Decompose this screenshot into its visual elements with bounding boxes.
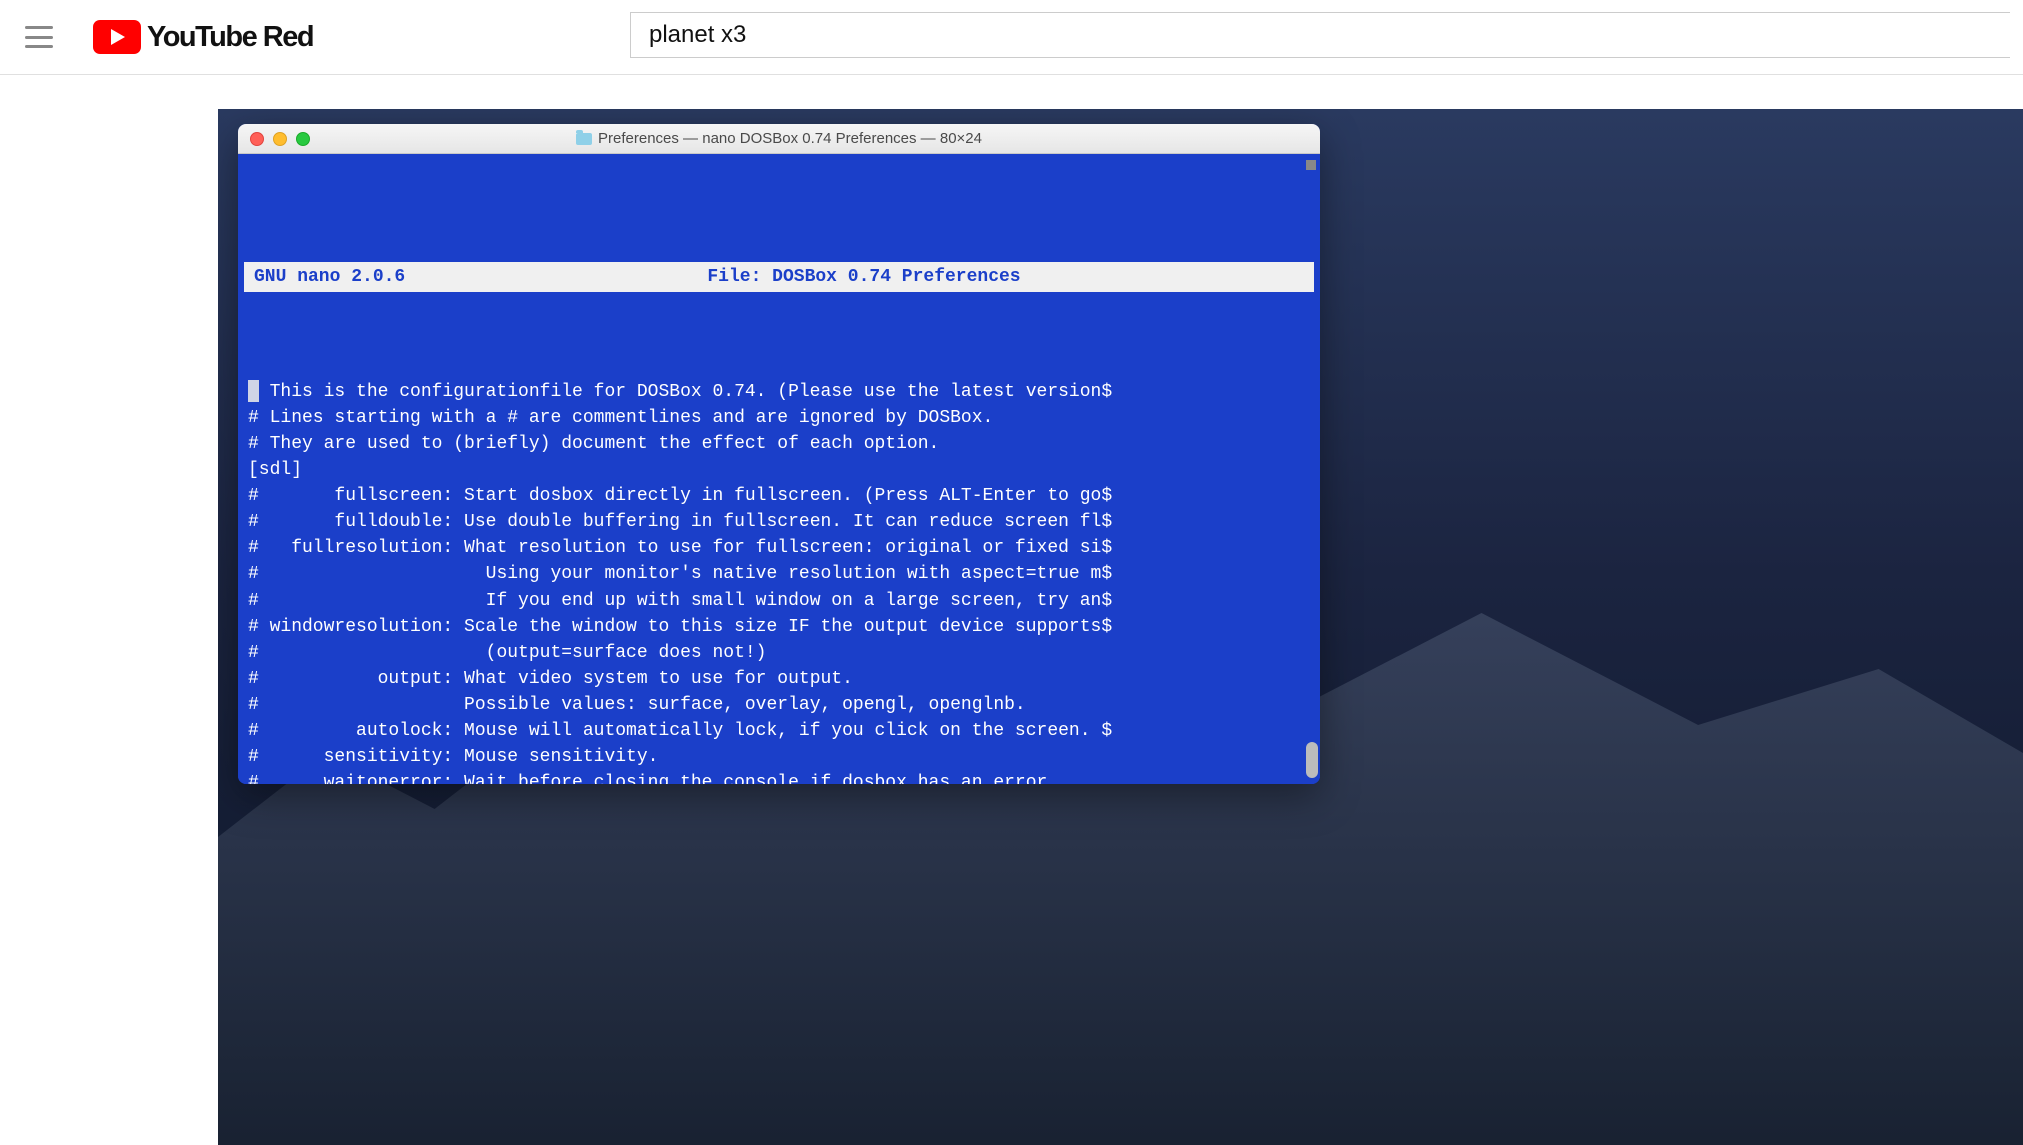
editor-line: # fulldouble: Use double buffering in fu…	[248, 509, 1310, 535]
editor-line: # Lines starting with a # are commentlin…	[248, 405, 1310, 431]
nano-header-bar: GNU nano 2.0.6 File: DOSBox 0.74 Prefere…	[244, 262, 1314, 292]
editor-line: [sdl]	[248, 457, 1310, 483]
editor-content[interactable]: This is the configurationfile for DOSBox…	[238, 379, 1320, 784]
editor-line: This is the configurationfile for DOSBox…	[248, 379, 1310, 405]
editor-line: # windowresolution: Scale the window to …	[248, 614, 1310, 640]
editor-line: # autolock: Mouse will automatically loc…	[248, 718, 1310, 744]
scroll-indicator-icon	[1306, 160, 1316, 170]
editor-line: # fullresolution: What resolution to use…	[248, 535, 1310, 561]
terminal-body[interactable]: GNU nano 2.0.6 File: DOSBox 0.74 Prefere…	[238, 154, 1320, 784]
cursor-icon	[248, 380, 259, 402]
youtube-logo[interactable]: YouTube Red	[93, 20, 313, 54]
nano-version: GNU nano 2.0.6	[254, 264, 524, 290]
window-title-text: Preferences — nano DOSBox 0.74 Preferenc…	[598, 130, 982, 147]
nano-filename: File: DOSBox 0.74 Preferences	[524, 264, 1304, 290]
folder-icon	[576, 133, 592, 145]
editor-line: # sensitivity: Mouse sensitivity.	[248, 744, 1310, 770]
logo-text: YouTube Red	[147, 21, 313, 54]
editor-line: # If you end up with small window on a l…	[248, 588, 1310, 614]
video-player-area[interactable]: Preferences — nano DOSBox 0.74 Preferenc…	[218, 109, 2023, 1145]
terminal-window: Preferences — nano DOSBox 0.74 Preferenc…	[238, 124, 1320, 784]
menu-icon[interactable]	[25, 26, 53, 48]
editor-line: # waitonerror: Wait before closing the c…	[248, 770, 1310, 784]
editor-line: # Using your monitor's native resolution…	[248, 561, 1310, 587]
editor-line: # output: What video system to use for o…	[248, 666, 1310, 692]
editor-line: # They are used to (briefly) document th…	[248, 431, 1310, 457]
scrollbar-thumb[interactable]	[1306, 742, 1318, 778]
editor-line: # Possible values: surface, overlay, ope…	[248, 692, 1310, 718]
play-icon	[93, 20, 141, 54]
window-title: Preferences — nano DOSBox 0.74 Preferenc…	[238, 130, 1320, 147]
editor-line: # fullscreen: Start dosbox directly in f…	[248, 483, 1310, 509]
window-titlebar[interactable]: Preferences — nano DOSBox 0.74 Preferenc…	[238, 124, 1320, 154]
search-input[interactable]	[630, 12, 2010, 58]
editor-line: # (output=surface does not!)	[248, 640, 1310, 666]
